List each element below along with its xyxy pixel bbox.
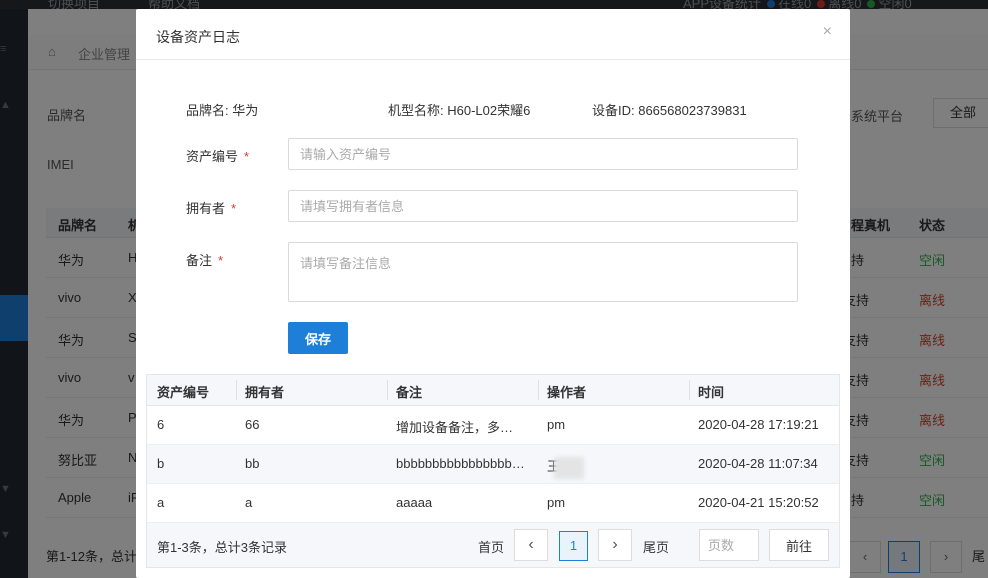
redaction-blur [554,456,585,479]
operator-cell: 王 [547,456,677,479]
chevron-right-icon[interactable]: › [598,529,632,561]
model-info: 机型名称: H60-L02荣耀6 [388,103,531,118]
asset-cell: 6 [157,417,165,432]
owner-cell: 66 [245,417,260,432]
first-page-link[interactable]: 首页 [478,537,504,556]
page-number-input[interactable] [699,529,759,561]
operator-cell: pm [547,495,566,510]
remark-textarea[interactable] [288,242,798,302]
dialog-title: 设备资产日志 [156,29,240,45]
column-header: 拥有者 [245,385,285,400]
column-header: 操作者 [547,385,587,400]
remark-cell: bbbbbbbbbbbbbbbbbbbbbbbbb [396,456,526,471]
column-divider [387,380,388,400]
remark-cell: 增加设备备注，多添加几个字符看看效果 [396,420,526,435]
pagination-bar: 第1-3条，总计3条记录 首页 ‹ 1 › 尾页 前往 [147,523,839,567]
asset-log-dialog: 设备资产日志 × 品牌名: 华为 机型名称: H60-L02荣耀6 设备ID: … [136,9,850,578]
remark-cell: aaaaa [396,495,433,510]
current-page-button[interactable]: 1 [559,531,588,561]
go-to-page-button[interactable]: 前往 [769,529,829,561]
log-table-header: 资产编号 拥有者 备注 操作者 时间 [147,375,839,406]
required-mark: * [244,149,250,164]
time-cell: 2020-04-21 15:20:52 [698,495,819,510]
table-row[interactable]: b bb bbbbbbbbbbbbbbbbbbbbbbbbb 王 2020-04… [147,445,839,484]
asset-cell: a [157,495,165,510]
dialog-header: 设备资产日志 × [136,9,850,60]
column-header: 备注 [396,385,423,400]
time-cell: 2020-04-28 17:19:21 [698,417,819,432]
last-page-link[interactable]: 尾页 [643,537,669,556]
asset-log-table: 资产编号 拥有者 备注 操作者 时间 6 66 增加设备备注，多添加几个字符看看… [146,374,840,568]
chevron-left-icon[interactable]: ‹ [514,529,548,561]
operator-cell: pm [547,417,566,432]
column-header: 时间 [698,385,725,400]
asset-cell: b [157,456,165,471]
column-divider [236,380,237,400]
table-row[interactable]: a a aaaaa pm 2020-04-21 15:20:52 [147,484,839,523]
asset-no-input[interactable] [288,138,798,170]
owner-label: 拥有者 * [186,201,237,216]
table-row[interactable]: 6 66 增加设备备注，多添加几个字符看看效果 pm 2020-04-28 17… [147,406,839,445]
owner-cell: a [245,495,253,510]
save-button[interactable]: 保存 [288,322,348,354]
time-cell: 2020-04-28 11:07:34 [698,456,818,471]
owner-cell: bb [245,456,260,471]
remark-label: 备注 * [186,253,224,268]
asset-no-label: 资产编号 * [186,149,250,164]
close-icon[interactable]: × [823,23,832,41]
device-id-info: 设备ID: 866568023739831 [592,103,747,118]
column-divider [538,380,539,400]
required-mark: * [218,253,224,268]
required-mark: * [231,201,237,216]
record-summary: 第1-3条，总计3条记录 [157,540,288,555]
column-divider [689,380,690,400]
brand-info: 品牌名: 华为 [186,103,259,118]
owner-input[interactable] [288,190,798,222]
column-header: 资产编号 [157,385,210,400]
